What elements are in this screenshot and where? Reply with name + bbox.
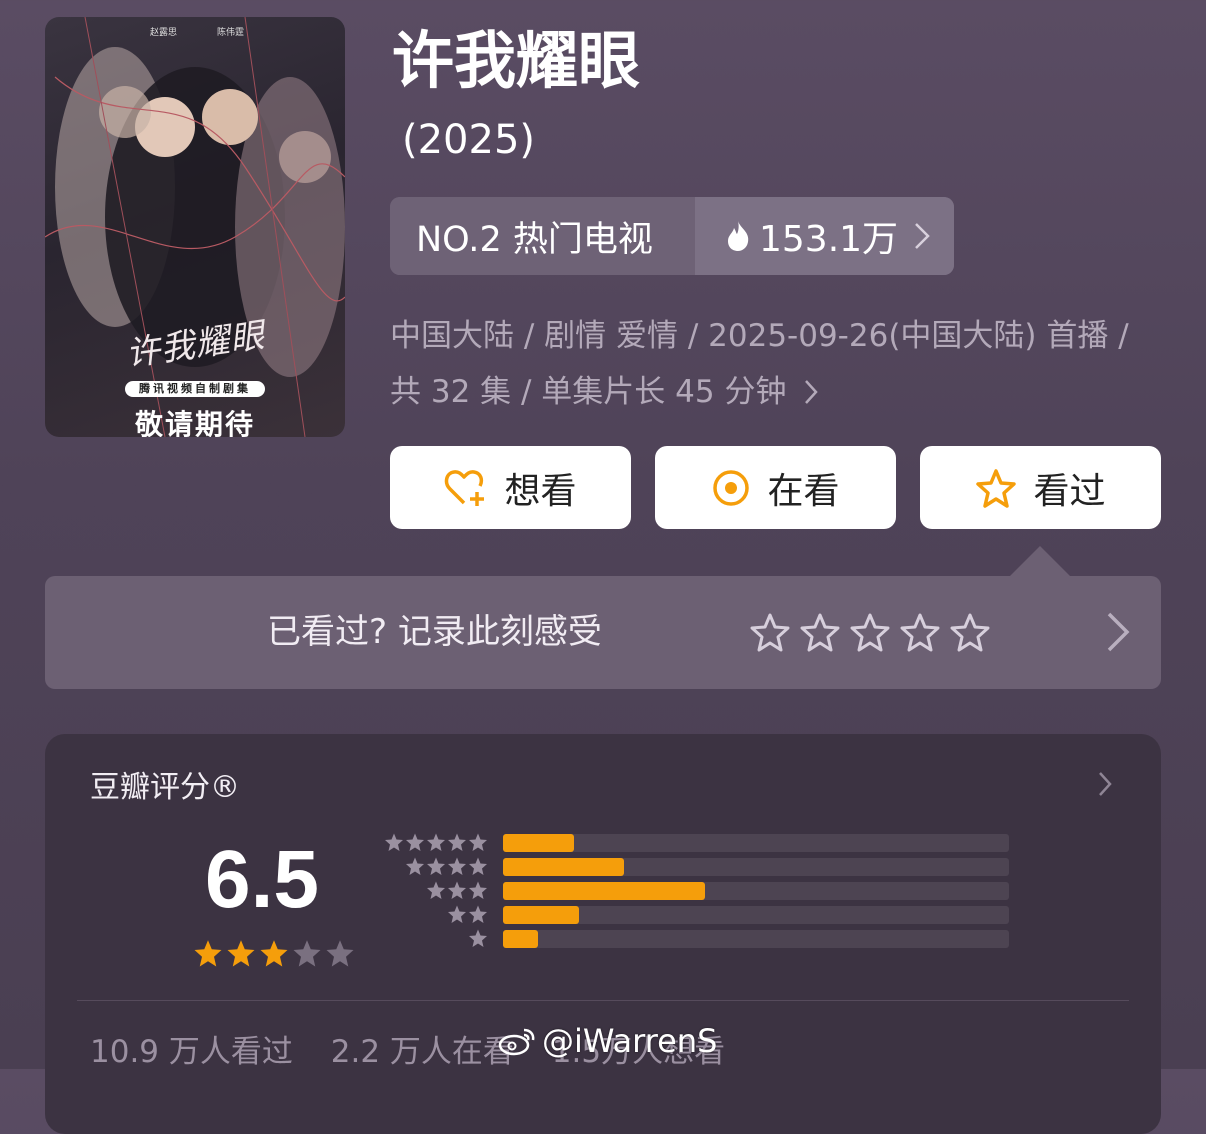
distribution-row-3-star	[383, 880, 1073, 900]
rating-label: 豆瓣评分®	[90, 770, 240, 805]
distribution-bar-2-star	[503, 906, 579, 924]
star-outline-icon[interactable]	[950, 612, 990, 652]
star-outline-icon[interactable]	[800, 612, 840, 652]
distribution-label-1-star	[468, 928, 488, 948]
rating-stars	[193, 938, 355, 968]
star-outline-icon[interactable]	[900, 612, 940, 652]
chevron-right-icon	[915, 223, 930, 249]
want-to-watch-button[interactable]: 想看	[390, 446, 631, 529]
flame-icon	[728, 221, 749, 251]
heat-value: 153.1万	[759, 219, 899, 260]
target-icon	[713, 469, 750, 506]
poster-coming-soon: 敬请期待	[134, 408, 255, 437]
release-year: (2025)	[402, 117, 536, 163]
star-small-icon	[469, 857, 487, 875]
watching-count[interactable]: 2.2 万人在看	[331, 1034, 514, 1070]
record-feeling-panel[interactable]: 已看过? 记录此刻感受	[45, 576, 1161, 689]
star-small-icon	[448, 881, 466, 899]
star-outline-icon	[976, 468, 1017, 508]
watching-label: 在看	[767, 470, 840, 512]
want-label: 想看	[504, 470, 577, 512]
star-small-icon	[469, 929, 487, 947]
poster-art	[45, 17, 345, 437]
chevron-right-icon	[1099, 772, 1112, 796]
rating-input-stars[interactable]	[750, 612, 990, 652]
meta-text: 中国大陆 / 剧情 爱情 / 2025-09-26(中国大陆) 首播 / 共 3…	[390, 318, 1129, 410]
heart-plus-icon	[445, 469, 485, 506]
chevron-right-icon	[805, 380, 819, 404]
weibo-logo-icon	[498, 1028, 535, 1056]
popover-pointer	[1010, 546, 1070, 576]
distribution-track	[503, 882, 1009, 900]
watermark: @iWarrenS	[498, 1022, 717, 1060]
star-small-icon	[427, 833, 445, 851]
distribution-bar-5-star	[503, 834, 574, 852]
distribution-label-3-star	[426, 880, 488, 900]
distribution-track	[503, 906, 1009, 924]
poster-badge: 腾讯视频自制剧集	[125, 381, 265, 397]
meta-info[interactable]: 中国大陆 / 剧情 爱情 / 2025-09-26(中国大陆) 首播 / 共 3…	[390, 308, 1130, 420]
star-small-icon	[448, 833, 466, 851]
star-small-icon	[406, 833, 424, 851]
distribution-track	[503, 858, 1009, 876]
distribution-label-5-star	[384, 832, 488, 852]
distribution-bar-1-star	[503, 930, 539, 948]
star-small-icon	[469, 881, 487, 899]
rating-score: 6.5	[205, 834, 319, 925]
distribution-row-4-star	[383, 856, 1073, 876]
star-filled-icon	[194, 940, 222, 967]
star-empty-icon	[326, 940, 354, 967]
star-filled-icon	[260, 940, 288, 967]
watched-button[interactable]: 看过	[920, 446, 1161, 529]
star-outline-icon[interactable]	[850, 612, 890, 652]
star-small-icon	[427, 881, 445, 899]
poster-image[interactable]: 赵露思 陈伟霆 许我耀眼 腾讯视频自制剧集 敬请期待	[45, 17, 345, 437]
star-filled-icon	[227, 940, 255, 967]
page-title: 许我耀眼	[392, 24, 641, 97]
ranking-bar[interactable]: NO.2 热门电视 153.1万	[390, 197, 954, 275]
chevron-right-icon	[1107, 612, 1130, 652]
distribution-row-2-star	[383, 904, 1073, 924]
star-small-icon	[406, 857, 424, 875]
distribution-row-5-star	[383, 832, 1073, 852]
distribution-track	[503, 930, 1009, 948]
star-small-icon	[385, 833, 403, 851]
distribution-row-1-star	[383, 928, 1073, 948]
distribution-label-2-star	[447, 904, 488, 924]
rank-label: NO.2 热门电视	[390, 197, 695, 275]
watermark-text: @iWarrenS	[542, 1022, 718, 1060]
heat-section[interactable]: 153.1万	[695, 197, 954, 275]
watching-button[interactable]: 在看	[655, 446, 896, 529]
distribution-bar-3-star	[503, 882, 706, 900]
star-small-icon	[427, 857, 445, 875]
distribution-track	[503, 834, 1009, 852]
douban-rating-card[interactable]: 豆瓣评分® 6.5 10.9 万人看过 2.2 万人在看 1.5万人想看	[45, 734, 1161, 1134]
watched-count[interactable]: 10.9 万人看过	[90, 1034, 293, 1070]
divider	[77, 1000, 1129, 1001]
star-small-icon	[469, 833, 487, 851]
poster-cast-left: 赵露思	[150, 28, 178, 38]
star-small-icon	[448, 905, 466, 923]
poster-cast-right: 陈伟霆	[217, 28, 245, 38]
watched-label: 看过	[1033, 470, 1106, 512]
star-small-icon	[448, 857, 466, 875]
star-outline-icon[interactable]	[750, 612, 790, 652]
distribution-bar-4-star	[503, 858, 625, 876]
star-empty-icon	[293, 940, 321, 967]
distribution-label-4-star	[405, 856, 488, 876]
record-prompt: 已看过? 记录此刻感受	[267, 612, 602, 652]
star-small-icon	[469, 905, 487, 923]
